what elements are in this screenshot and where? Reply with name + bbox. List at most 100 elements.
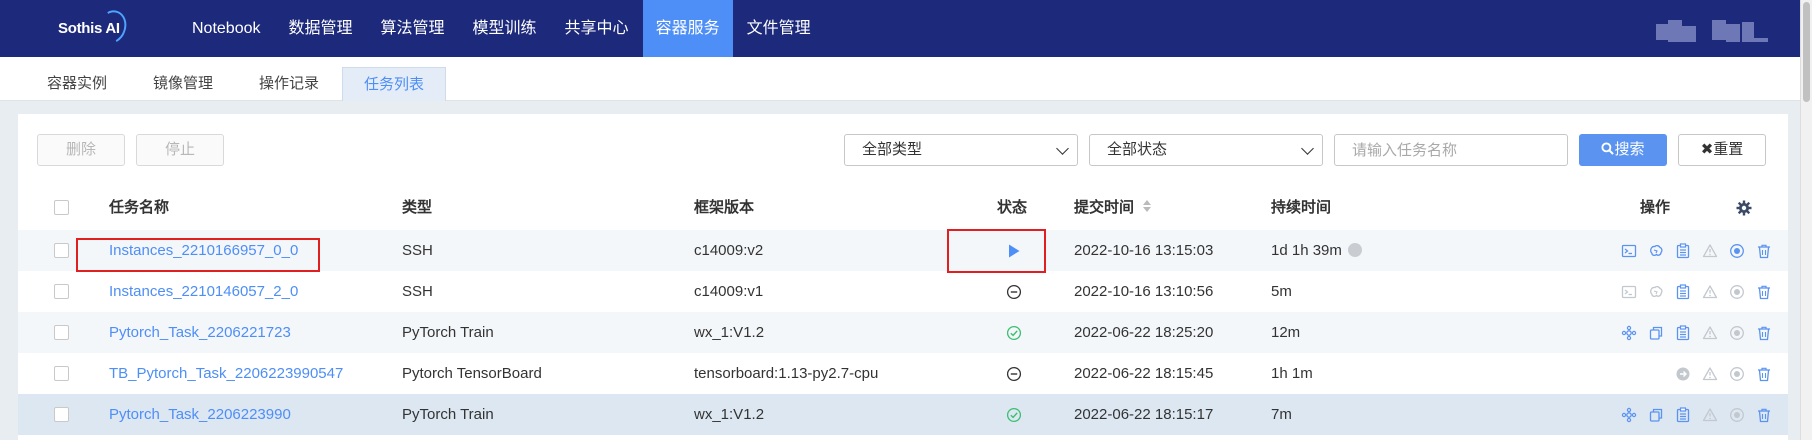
- warning-action[interactable]: [1699, 322, 1720, 343]
- sub-tabs: 容器实例 镜像管理 操作记录 任务列表: [0, 57, 1800, 101]
- scrollbar-thumb[interactable]: [1803, 2, 1810, 102]
- nav-item[interactable]: 文件管理: [733, 0, 825, 57]
- task-framework: c14009:v2: [694, 242, 764, 259]
- task-status: [999, 353, 1029, 394]
- stopped-minus-icon: [1006, 284, 1022, 299]
- user-avatar-blurred[interactable]: [1656, 20, 1698, 48]
- delete-icon: [1757, 367, 1770, 381]
- stop-button[interactable]: 停止: [136, 134, 224, 166]
- log-action[interactable]: [1672, 240, 1693, 261]
- delete-action[interactable]: [1753, 322, 1774, 343]
- task-name-search-input[interactable]: [1334, 134, 1568, 166]
- type-filter-select[interactable]: 全部类型: [844, 134, 1078, 166]
- task-name-link[interactable]: Pytorch_Task_2206223990: [109, 394, 291, 435]
- warning-icon: [1702, 407, 1717, 421]
- stop-action[interactable]: [1726, 363, 1747, 384]
- row-actions: [1618, 394, 1774, 435]
- task-duration-cell: 7m: [1271, 394, 1292, 435]
- copy-action[interactable]: [1645, 404, 1666, 425]
- task-name-link[interactable]: TB_Pytorch_Task_2206223990547: [109, 353, 343, 394]
- stop-icon: [1729, 407, 1744, 422]
- brain-action[interactable]: [1645, 281, 1666, 302]
- task-duration-cell: 5m: [1271, 271, 1292, 312]
- task-duration: 5m: [1271, 283, 1292, 300]
- network-action[interactable]: [1618, 404, 1639, 425]
- warning-action[interactable]: [1699, 404, 1720, 425]
- stopped-minus-icon: [1006, 366, 1022, 381]
- task-duration-cell: 1h 1m: [1271, 353, 1313, 394]
- sort-icon[interactable]: [1142, 199, 1152, 213]
- delete-action[interactable]: [1753, 240, 1774, 261]
- open-action[interactable]: [1672, 363, 1693, 384]
- stop-action[interactable]: [1726, 240, 1747, 261]
- settings-gear-icon[interactable]: [1736, 200, 1752, 216]
- stop-action[interactable]: [1726, 322, 1747, 343]
- task-submit-time: 2022-10-16 13:10:56: [1074, 283, 1214, 300]
- col-duration: 持续时间: [1271, 199, 1332, 216]
- stop-icon: [1729, 325, 1744, 340]
- main-nav: Notebook 数据管理 算法管理 模型训练 共享中心 容器服务 文件管理: [178, 0, 825, 57]
- delete-action[interactable]: [1753, 404, 1774, 425]
- table-row[interactable]: TB_Pytorch_Task_2206223990547 Pytorch Ten…: [18, 353, 1788, 394]
- warning-action[interactable]: [1699, 363, 1720, 384]
- tab-image-management[interactable]: 镜像管理: [134, 67, 232, 101]
- nav-item[interactable]: 容器服务: [642, 0, 733, 57]
- row-checkbox[interactable]: [54, 284, 69, 299]
- success-check-icon: [1006, 407, 1022, 422]
- log-action[interactable]: [1672, 322, 1693, 343]
- stop-action[interactable]: [1726, 281, 1747, 302]
- row-checkbox[interactable]: [54, 325, 69, 340]
- col-status: 状态: [997, 199, 1028, 216]
- warning-action[interactable]: [1699, 281, 1720, 302]
- delete-action[interactable]: [1753, 281, 1774, 302]
- select-all-checkbox[interactable]: [54, 200, 69, 215]
- table-row[interactable]: Pytorch_Task_2206223990 PyTorch Train wx_1…: [18, 394, 1788, 435]
- row-checkbox[interactable]: [54, 407, 69, 422]
- user-name-blurred[interactable]: [1712, 20, 1770, 48]
- network-action[interactable]: [1618, 322, 1639, 343]
- reset-button[interactable]: ✖重置: [1678, 134, 1766, 166]
- table-header: 任务名称 类型 框架版本 状态 提交时间 持续时间 操作: [18, 186, 1788, 230]
- warning-icon: [1702, 325, 1717, 339]
- chevron-down-icon: [1301, 142, 1314, 155]
- col-submit-time-label: 提交时间: [1074, 199, 1135, 216]
- task-framework: wx_1:V1.2: [694, 406, 765, 423]
- col-actions: 操作: [1640, 199, 1671, 216]
- terminal-action[interactable]: [1618, 240, 1639, 261]
- success-check-icon: [1006, 325, 1022, 340]
- delete-button[interactable]: 删除: [37, 134, 125, 166]
- tab-task-list[interactable]: 任务列表: [342, 67, 446, 101]
- log-action[interactable]: [1672, 281, 1693, 302]
- sothis-logo[interactable]: Sothis AI: [58, 6, 131, 48]
- info-icon[interactable]: [1347, 243, 1362, 257]
- tab-operation-records[interactable]: 操作记录: [240, 67, 338, 101]
- tab-container-instances[interactable]: 容器实例: [28, 67, 126, 101]
- table-row[interactable]: Instances_2210146057_2_0 SSH c14009:v1 2022…: [18, 271, 1788, 312]
- delete-action[interactable]: [1753, 363, 1774, 384]
- search-button[interactable]: 搜索: [1579, 134, 1667, 166]
- table-row[interactable]: Pytorch_Task_2206221723 PyTorch Train wx_1…: [18, 312, 1788, 353]
- nav-item[interactable]: 算法管理: [367, 0, 459, 57]
- page-scrollbar[interactable]: [1800, 0, 1812, 440]
- search-icon: [1601, 142, 1615, 155]
- warning-action[interactable]: [1699, 240, 1720, 261]
- copy-action[interactable]: [1645, 322, 1666, 343]
- task-name-link[interactable]: Pytorch_Task_2206221723: [109, 312, 291, 353]
- nav-item[interactable]: 模型训练: [459, 0, 551, 57]
- network-icon: [1621, 407, 1636, 422]
- col-submit-time[interactable]: 提交时间: [1074, 186, 1152, 230]
- nav-item[interactable]: 数据管理: [275, 0, 367, 57]
- task-name-link[interactable]: Instances_2210146057_2_0: [109, 271, 298, 312]
- nav-item[interactable]: 共享中心: [551, 0, 643, 57]
- task-submit-time: 2022-10-16 13:15:03: [1074, 242, 1214, 259]
- terminal-action[interactable]: [1618, 281, 1639, 302]
- status-filter-select[interactable]: 全部状态: [1089, 134, 1323, 166]
- nav-item[interactable]: Notebook: [178, 0, 275, 57]
- row-checkbox[interactable]: [54, 366, 69, 381]
- top-navbar: Sothis AI Notebook 数据管理 算法管理 模型训练 共享中心 容器服务 文件…: [0, 0, 1800, 57]
- row-checkbox[interactable]: [54, 243, 69, 258]
- stop-action[interactable]: [1726, 404, 1747, 425]
- delete-icon: [1757, 285, 1770, 299]
- log-action[interactable]: [1672, 404, 1693, 425]
- brain-action[interactable]: [1645, 240, 1666, 261]
